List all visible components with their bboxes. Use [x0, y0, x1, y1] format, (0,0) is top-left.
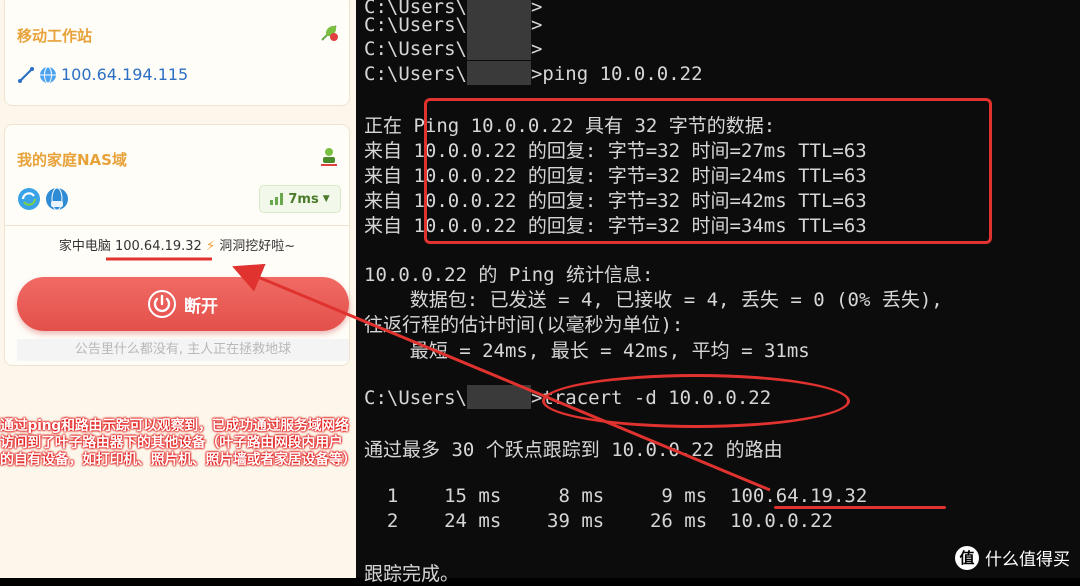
redacted-block — [466, 12, 531, 36]
device-status: 洞洞挖好啦~ — [219, 239, 296, 254]
nas-icon-row — [17, 187, 69, 211]
nas-title: 我的家庭NAS域 — [17, 151, 127, 169]
lightning-icon: ⚡ — [205, 239, 216, 254]
terminal-line: 2 24 ms 39 ms 26 ms 10.0.0.22 — [364, 510, 833, 532]
device-status-line: 家中电脑 100.64.19.32 ⚡ 洞洞挖好啦~ — [5, 235, 349, 254]
terminal-line: 1 15 ms 8 ms 9 ms 100.64.19.32 — [364, 485, 868, 507]
power-icon — [148, 290, 176, 318]
terminal-window[interactable]: C:\Users\ > C:\Users\ > C:\Users\ > C:\User… — [356, 0, 1080, 585]
terminal-line: C:\Users\ > — [364, 36, 543, 60]
terminal-line: 跟踪完成。 — [364, 563, 460, 585]
workstation-card: 移动工作站 100.64.194.115 — [4, 0, 350, 106]
workstation-ip-row: 100.64.194.115 — [17, 65, 188, 84]
chevron-down-icon: ▼ — [322, 194, 330, 204]
nas-card: 我的家庭NAS域 7ms ▼ 家中电脑 100.64.19.32 ⚡ 洞洞挖好啦… — [4, 124, 350, 366]
terminal-line: 最短 = 24ms, 最长 = 42ms, 平均 = 31ms — [364, 340, 810, 362]
network-person-icon — [321, 148, 337, 166]
workstation-title: 移动工作站 — [17, 27, 93, 45]
terminal-line: C:\Users\ >ping 10.0.0.22 — [364, 61, 703, 85]
terminal-line: C:\Users\ > — [364, 12, 543, 36]
tracert-command-highlight — [542, 374, 850, 428]
disconnect-button[interactable]: 断开 — [17, 277, 349, 331]
terminal-line: 通过最多 30 个跃点跟踪到 10.0.0.22 的路由 — [364, 439, 783, 461]
terminal-line: 数据包: 已发送 = 4, 已接收 = 4, 丢失 = 0 (0% 丢失), — [364, 289, 943, 311]
device-ip: 100.64.19.32 — [114, 239, 202, 254]
signal-bars-icon — [270, 193, 284, 205]
ping-latency-badge[interactable]: 7ms ▼ — [259, 185, 341, 213]
watermark: 值 什么值得买 — [955, 545, 1070, 570]
app-panel: 移动工作站 100.64.194.115 我的家庭NAS域 7ms ▼ 家中电脑… — [0, 0, 356, 578]
ping-value: 7ms — [288, 191, 319, 207]
disconnect-label: 断开 — [184, 296, 218, 317]
notice-bar: 公告里什么都没有, 主人正在拯救地球 — [17, 339, 349, 361]
divider — [5, 225, 349, 226]
globe-icon — [40, 66, 56, 83]
redacted-block — [466, 36, 531, 60]
redacted-block — [466, 61, 531, 85]
redacted-block — [466, 385, 531, 409]
device-label: 家中电脑 — [58, 239, 111, 254]
link-icon — [18, 66, 34, 83]
watermark-logo-icon: 值 — [955, 545, 979, 570]
refresh-icon[interactable] — [17, 187, 41, 211]
watermark-text: 什么值得买 — [985, 550, 1070, 570]
leaf-icon — [321, 25, 338, 41]
dns-globe-icon[interactable] — [45, 187, 69, 211]
ping-result-highlight — [424, 98, 992, 244]
annotation-text: 通过ping和路由示踪可以观察到，已成功通过服务域网络访问到了叶子路由器下的其他… — [0, 418, 356, 468]
hop-ip-underline — [774, 506, 946, 509]
workstation-ip: 100.64.194.115 — [61, 65, 189, 84]
terminal-line: 往返行程的估计时间(以毫秒为单位): — [364, 314, 684, 336]
terminal-line: 10.0.0.22 的 Ping 统计信息: — [364, 264, 654, 286]
